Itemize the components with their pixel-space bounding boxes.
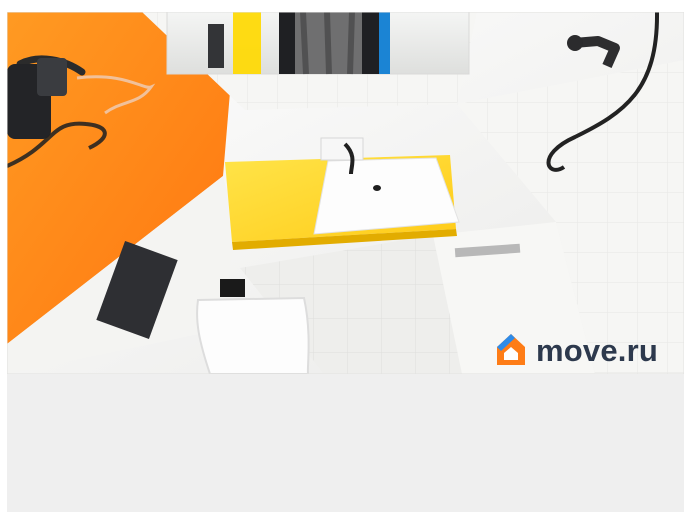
bathroom-photo: move.ru: [7, 12, 684, 374]
sink: [313, 157, 460, 235]
house-logo-icon: [497, 334, 525, 365]
toilet: [196, 296, 310, 374]
wall-switch: [208, 24, 224, 68]
screenshot-page: move.ru: [0, 0, 688, 518]
bottom-gray-panel: [7, 374, 684, 512]
toilet-brush: [220, 279, 245, 297]
move-ru-watermark: move.ru: [494, 327, 676, 373]
watermark-text: move.ru: [536, 332, 658, 368]
bathroom-photo-illustration: [7, 12, 684, 374]
